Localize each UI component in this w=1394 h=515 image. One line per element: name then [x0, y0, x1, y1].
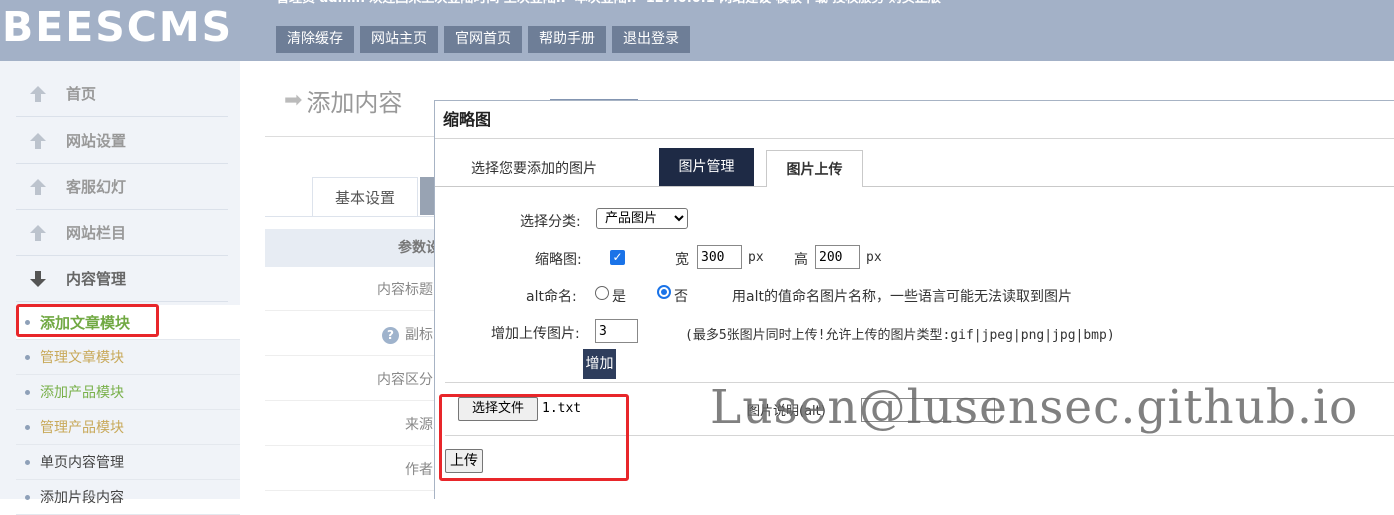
width-unit: px	[748, 250, 764, 265]
height-label: 高	[794, 252, 808, 268]
field-label-title: 内容标题	[377, 282, 433, 298]
tab-image-upload[interactable]: 图片上传	[766, 150, 863, 187]
sidebar-item-home[interactable]: 首页	[16, 71, 228, 117]
alt-no-label: 否	[674, 289, 688, 305]
tab-image-manage[interactable]: 图片管理	[659, 148, 754, 186]
logo: BEESCMS	[2, 3, 234, 51]
more-upload-label: 增加上传图片:	[491, 326, 580, 342]
field-label-section: 内容区分	[377, 372, 433, 388]
clear-cache-button[interactable]: 清除缓存	[276, 26, 354, 53]
more-upload-hint: (最多5张图片同时上传!允许上传的图片类型:gif|jpeg|png|jpg|b…	[685, 328, 1115, 343]
watermark: Lusen@lusensec.github.io	[710, 380, 1359, 435]
alt-yes-radio[interactable]	[595, 286, 609, 300]
sidebar-subitem-label: 单页内容管理	[40, 455, 124, 471]
height-input[interactable]	[815, 245, 860, 269]
sidebar: 首页 网站设置 客服幻灯 网站栏目 内容管理 添加文章模块 管理文章模块 添加产…	[0, 61, 240, 515]
sidebar-item-label: 首页	[66, 85, 97, 103]
dialog-prompt: 选择您要添加的图片	[471, 161, 597, 177]
arrow-up-icon	[28, 223, 48, 243]
sidebar-item-label: 客服幻灯	[66, 178, 127, 196]
help-icon[interactable]: ?	[382, 327, 399, 344]
category-select[interactable]: 产品图片	[596, 208, 688, 229]
param-header: 参数设	[265, 229, 440, 267]
width-label: 宽	[675, 252, 689, 268]
dialog-title: 缩略图	[435, 101, 1394, 139]
height-unit: px	[866, 250, 882, 265]
sidebar-item-label: 网站设置	[66, 132, 127, 150]
sidebar-subitem-label: 添加产品模块	[40, 385, 124, 401]
sidebar-subitem-label: 添加片段内容	[40, 490, 124, 506]
alt-hint: 用alt的值命名图片名称，一些语言可能无法读取到图片	[732, 289, 1072, 305]
page-title-text: 添加内容	[306, 89, 403, 117]
sidebar-item-site-settings[interactable]: 网站设置	[16, 118, 228, 164]
sidebar-subitem-label: 管理文章模块	[40, 350, 124, 366]
tab-basic-settings[interactable]: 基本设置	[312, 177, 418, 217]
sidebar-item-label: 网站栏目	[66, 224, 127, 242]
arrow-up-icon	[28, 84, 48, 104]
sidebar-subitem-add-fragment[interactable]: 添加片段内容	[16, 480, 240, 515]
more-upload-input[interactable]	[595, 319, 638, 343]
sidebar-item-service-slides[interactable]: 客服幻灯	[16, 164, 228, 210]
sidebar-subitem-single-page[interactable]: 单页内容管理	[16, 445, 240, 480]
official-home-button[interactable]: 官网首页	[444, 26, 522, 53]
arrow-up-icon	[28, 177, 48, 197]
sidebar-item-content-manage[interactable]: 内容管理	[16, 256, 228, 302]
alt-yes-label: 是	[612, 289, 626, 305]
arrow-right-icon: ➡	[284, 88, 303, 113]
sidebar-subitem-label: 管理产品模块	[40, 420, 124, 436]
help-manual-button[interactable]: 帮助手册	[528, 26, 606, 53]
sidebar-subitem-manage-product[interactable]: 管理产品模块	[16, 410, 240, 445]
alt-label: alt命名:	[526, 289, 577, 305]
field-label-source: 来源	[405, 417, 433, 433]
top-header: BEESCMS 管理员 admin 欢迎回来上次登陆时间 上次登陆IP 本次登陆…	[0, 0, 1394, 61]
field-label-subtitle: ? 副标	[265, 324, 433, 344]
sidebar-item-site-columns[interactable]: 网站栏目	[16, 210, 228, 256]
highlight-box-upload	[439, 394, 629, 481]
width-input[interactable]	[697, 245, 742, 269]
add-button[interactable]: 增加	[583, 349, 616, 379]
site-home-button[interactable]: 网站主页	[360, 26, 438, 53]
thumb-label: 缩略图:	[535, 252, 582, 268]
logout-button[interactable]: 退出登录	[612, 26, 690, 53]
alt-no-radio[interactable]	[657, 285, 671, 299]
sidebar-item-label: 内容管理	[66, 270, 127, 288]
category-label: 选择分类:	[520, 214, 581, 230]
header-info: 管理员 admin 欢迎回来上次登陆时间 上次登陆IP 本次登陆IP 127.0…	[276, 0, 941, 8]
arrow-up-icon	[28, 131, 48, 151]
header-buttons: 清除缓存 网站主页 官网首页 帮助手册 退出登录	[276, 26, 690, 53]
field-label-author: 作者	[405, 462, 433, 478]
highlight-box-add-article	[16, 304, 159, 337]
thumb-checkbox[interactable]: ✓	[610, 250, 625, 265]
page-title: ➡ 添加内容	[284, 83, 402, 118]
sidebar-subitem-add-product[interactable]: 添加产品模块	[16, 375, 240, 410]
sidebar-subitem-manage-article[interactable]: 管理文章模块	[16, 340, 240, 375]
arrow-down-icon	[28, 269, 48, 289]
